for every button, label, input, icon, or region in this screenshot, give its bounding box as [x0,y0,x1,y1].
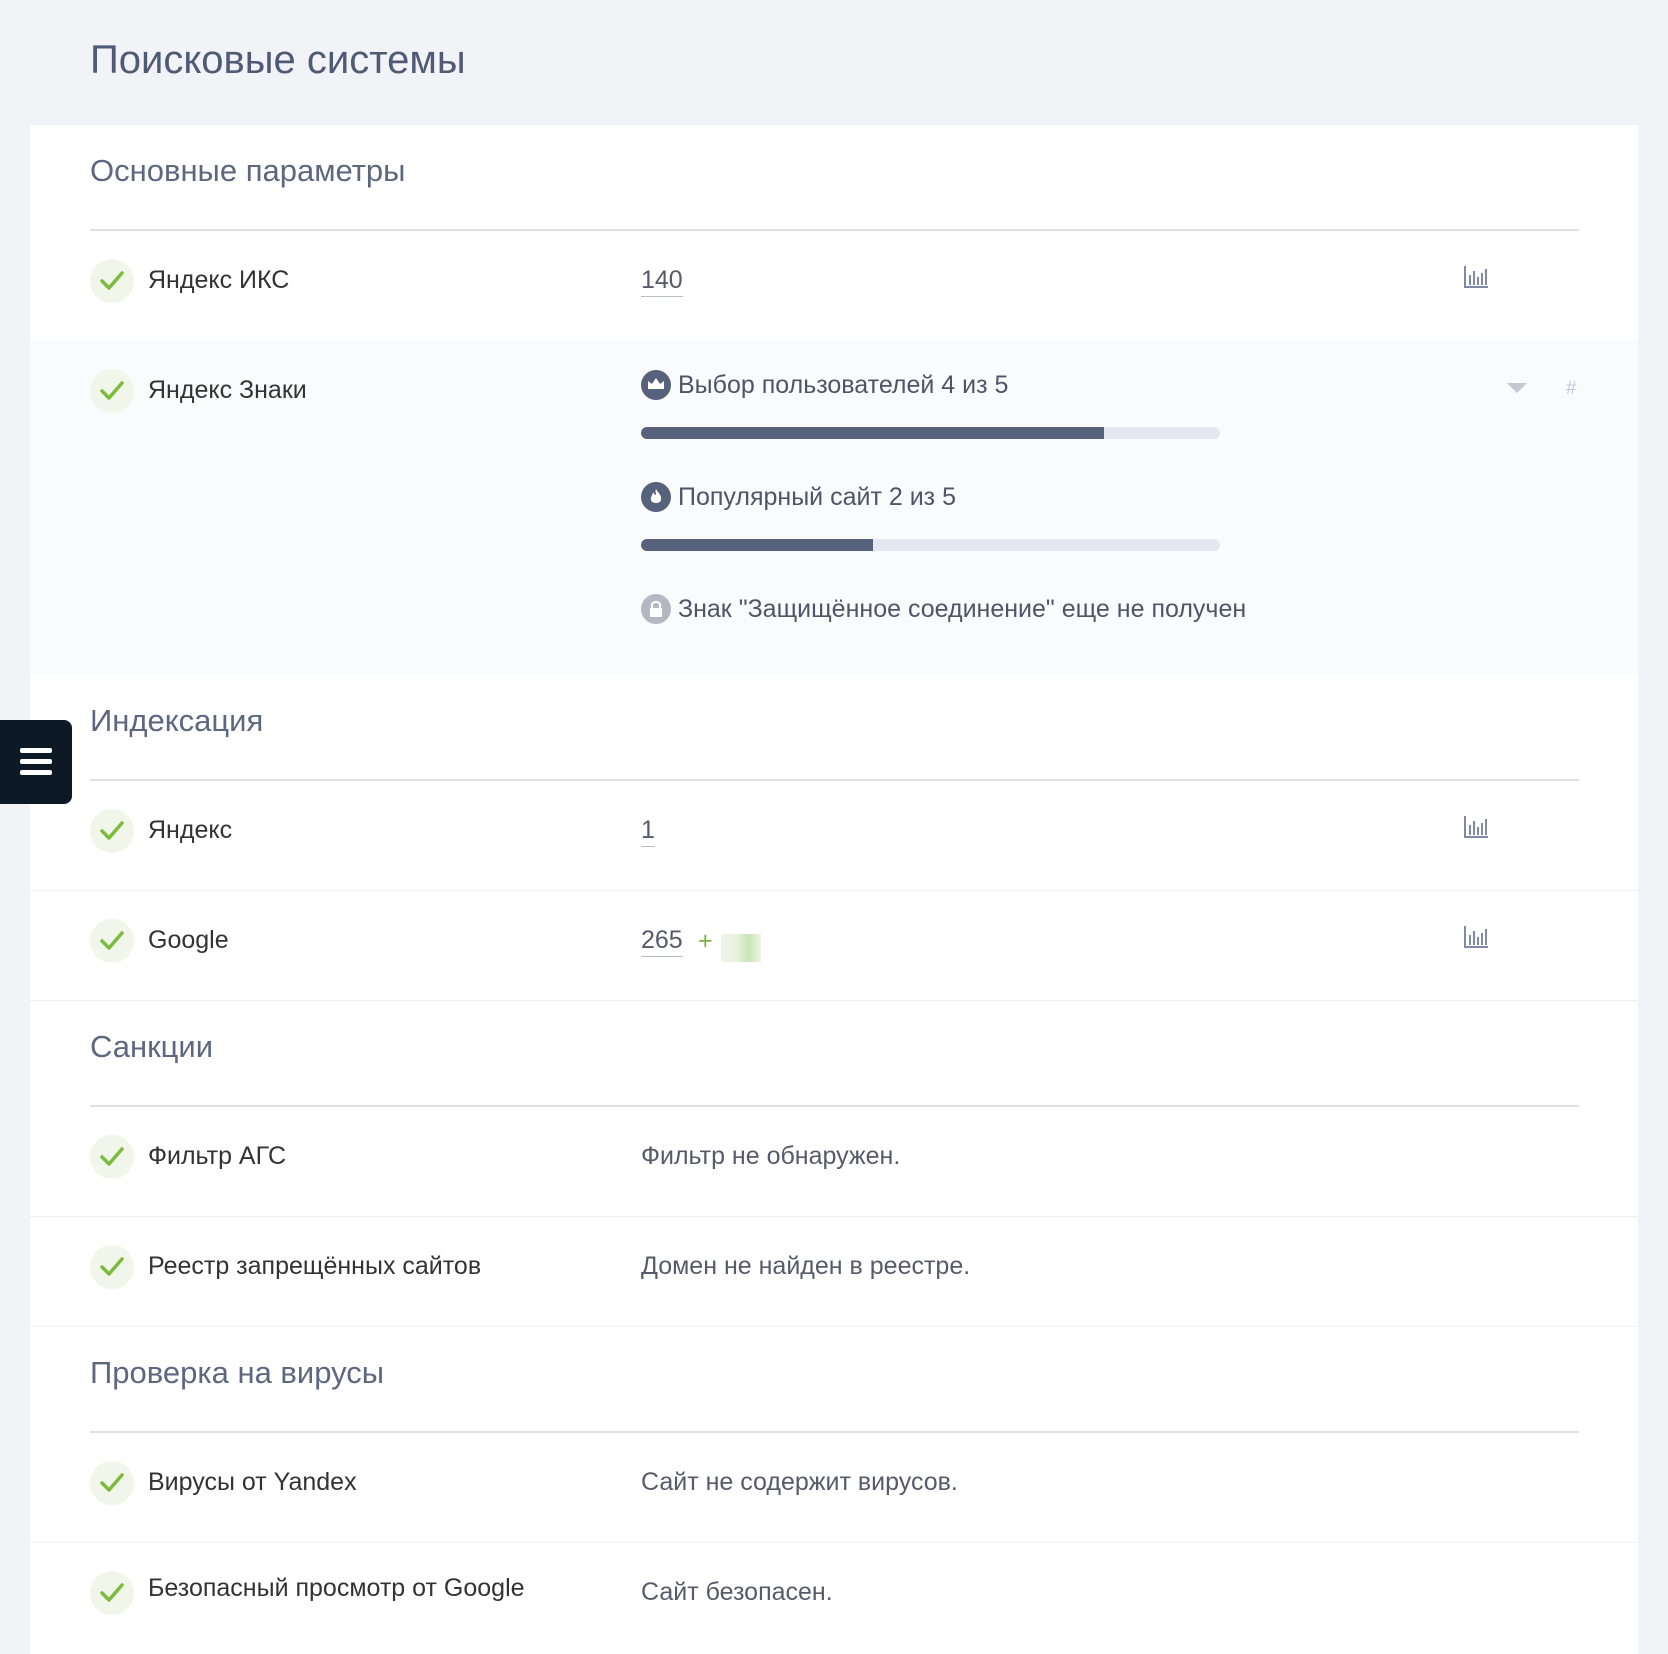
check-icon [90,1245,134,1289]
section-title-indexing: Индексация [90,703,264,738]
hamburger-icon-line [20,759,52,764]
anchor-link[interactable]: # [1566,378,1577,400]
row-label-virus-yandex: Вирусы от Yandex [148,1468,357,1496]
row-label-znaki: Яндекс Знаки [148,376,307,404]
chart-icon[interactable] [1463,925,1489,949]
index-yandex-value[interactable]: 1 [641,816,655,847]
row-separator [30,890,1638,891]
badge-users-choice: Выбор пользователей 4 из 5 [641,370,1008,400]
section-title-main: Основные параметры [90,153,406,188]
check-icon [90,809,134,853]
iks-value[interactable]: 140 [641,266,683,297]
row-label-ags: Фильтр АГС [148,1142,287,1170]
users-choice-progress-fill [641,427,1105,439]
page-title: Поисковые системы [90,38,466,82]
hamburger-icon-line [20,748,52,753]
search-engines-card: Основные параметры Яндекс ИКС 140 Яндекс… [30,125,1638,1654]
badge-popular-site: Популярный сайт 2 из 5 [641,482,956,512]
row-label-registry: Реестр запрещённых сайтов [148,1252,482,1280]
section-title-sanctions: Санкции [90,1029,214,1064]
index-google-value-link[interactable]: 265 [641,926,683,957]
row-separator [30,1000,1638,1001]
hamburger-icon-line [20,770,52,775]
virus-google-value: Сайт безопасен. [641,1578,833,1606]
badge-secure-connection-text: Знак "Защищённое соединение" еще не полу… [678,594,1247,623]
divider [90,1105,1579,1107]
chevron-down-icon[interactable] [1507,383,1527,393]
index-google-value[interactable]: 265 [641,926,683,957]
check-icon [90,1571,134,1615]
section-title-viruses: Проверка на вирусы [90,1355,385,1390]
check-icon [90,369,134,413]
row-label-virus-google: Безопасный просмотр от Google [148,1574,525,1602]
popular-site-progress [641,539,1220,551]
row-label-iks: Яндекс ИКС [148,266,290,294]
check-icon [90,1461,134,1505]
chart-icon[interactable] [1463,815,1489,839]
row-separator [30,1216,1638,1217]
crown-icon [641,370,671,400]
check-icon [90,919,134,963]
menu-button[interactable] [0,720,72,804]
virus-yandex-value: Сайт не содержит вирусов. [641,1468,958,1496]
ags-value: Фильтр не обнаружен. [641,1142,901,1170]
index-yandex-value-link[interactable]: 1 [641,816,655,847]
divider [90,779,1579,781]
row-label-index-google: Google [148,926,229,954]
fire-icon [641,482,671,512]
chart-icon[interactable] [1463,265,1489,289]
users-choice-progress [641,427,1220,439]
badge-secure-connection: Знак "Защищённое соединение" еще не полу… [641,594,1246,624]
blurred-delta [721,934,761,962]
delta-plus: + [698,927,713,955]
row-separator [30,1542,1638,1543]
check-icon [90,1135,134,1179]
badge-users-choice-text: Выбор пользователей 4 из 5 [678,370,1009,399]
lock-icon [641,594,671,624]
registry-value: Домен не найден в реестре. [641,1252,971,1280]
iks-value-link[interactable]: 140 [641,266,683,297]
row-separator [30,1326,1638,1327]
divider [90,229,1579,231]
popular-site-progress-fill [641,539,873,551]
row-label-index-yandex: Яндекс [148,816,233,844]
check-icon [90,259,134,303]
divider [90,1431,1579,1433]
badge-popular-site-text: Популярный сайт 2 из 5 [678,482,956,511]
